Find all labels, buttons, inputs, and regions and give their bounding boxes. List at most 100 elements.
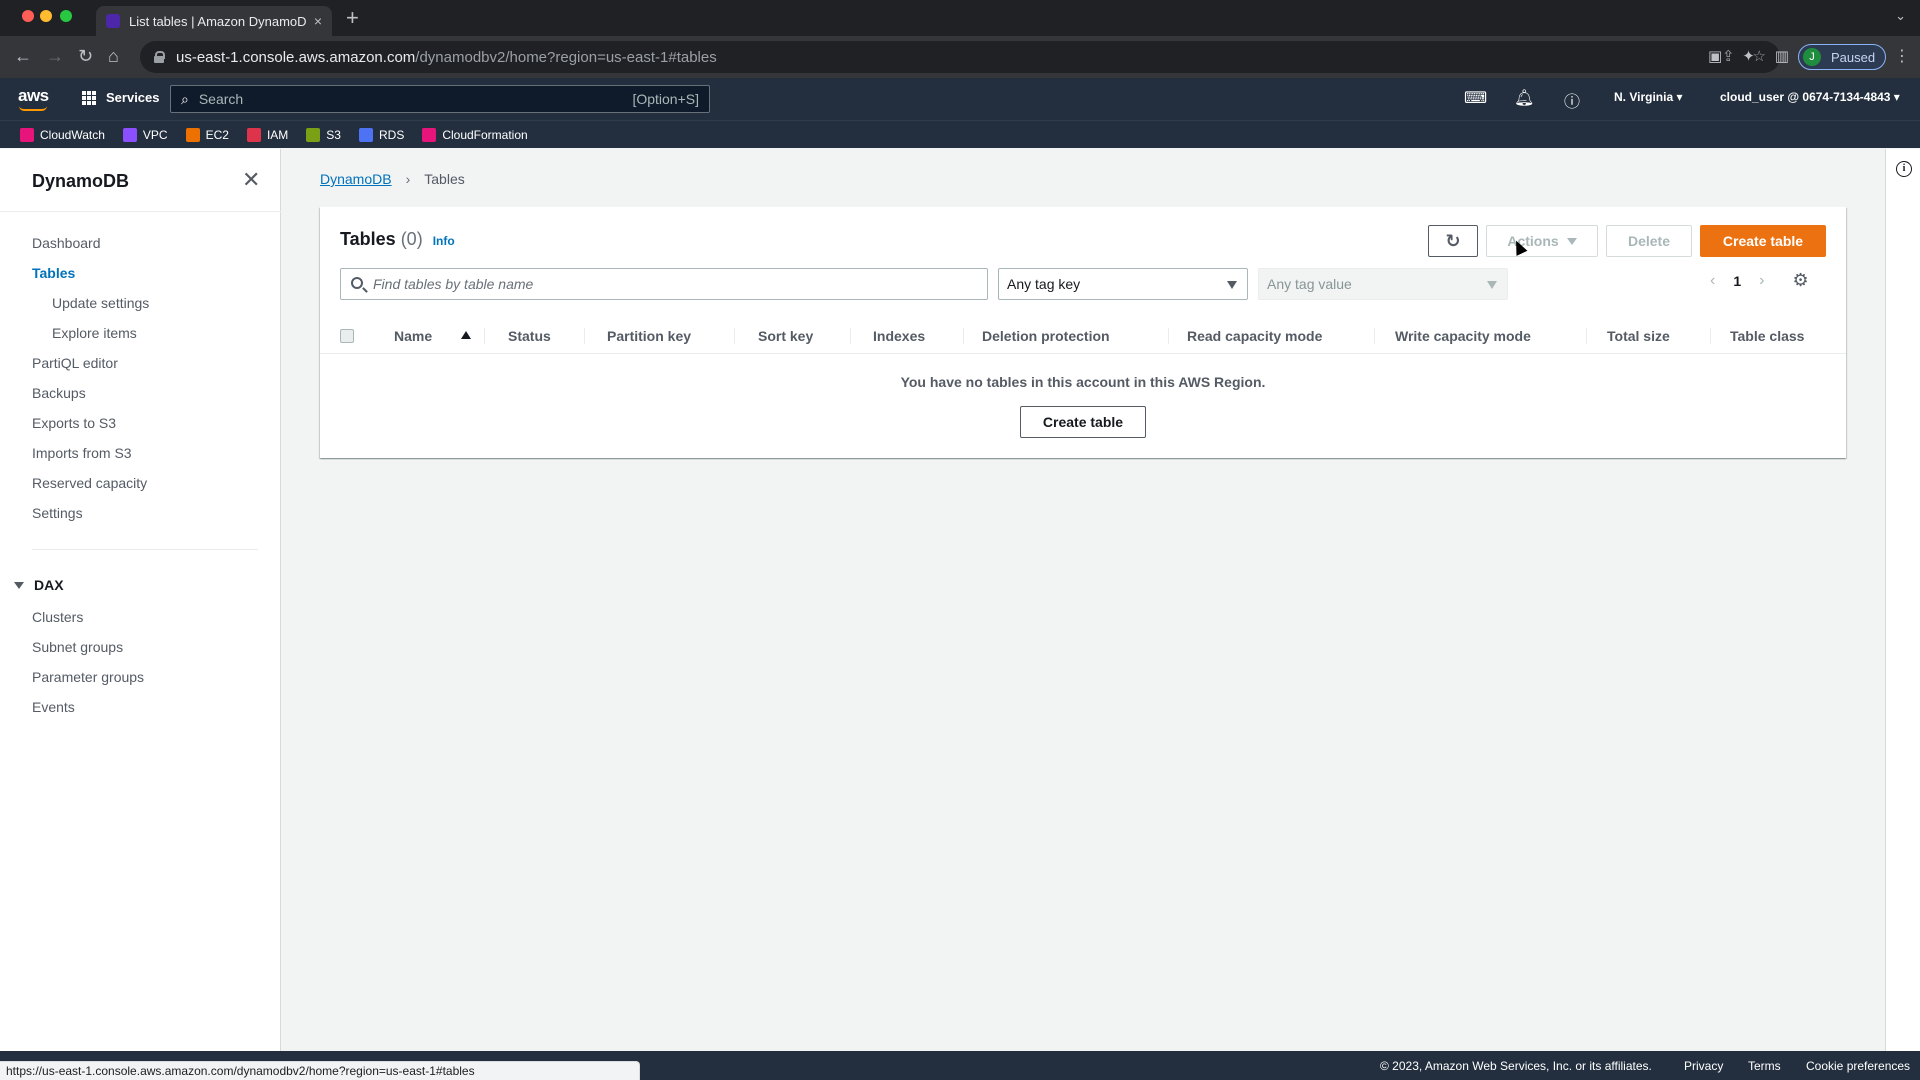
- column-header-total-size[interactable]: Total size: [1607, 328, 1670, 344]
- column-header-write-capacity-mode[interactable]: Write capacity mode: [1395, 328, 1531, 344]
- window-zoom-button[interactable]: [60, 10, 72, 22]
- caret-down-icon: [14, 581, 24, 589]
- help-icon[interactable]: ⓘ: [1564, 88, 1580, 112]
- profile-status: Paused: [1831, 49, 1876, 65]
- side-panel-icon[interactable]: ▥: [1775, 47, 1789, 65]
- sidebar-item-backups[interactable]: Backups: [32, 385, 86, 401]
- window-close-button[interactable]: [22, 10, 34, 22]
- chevron-right-icon[interactable]: ›: [1759, 272, 1764, 290]
- create-table-label: Create table: [1722, 233, 1804, 249]
- browser-toolbar: ← → ↻ ⌂ us-east-1.console.aws.amazon.com…: [0, 36, 1920, 78]
- link-hover-status-url: https://us-east-1.console.aws.amazon.com…: [0, 1061, 640, 1080]
- tag-value-value: Any tag value: [1267, 276, 1352, 292]
- tag-value-select[interactable]: Any tag value: [1258, 268, 1508, 300]
- favorite-ec2[interactable]: EC2: [185, 127, 229, 142]
- sidebar-item-update-settings[interactable]: Update settings: [52, 295, 149, 311]
- address-bar[interactable]: us-east-1.console.aws.amazon.com/dynamod…: [140, 41, 1780, 73]
- column-divider: [963, 328, 964, 344]
- new-tab-button[interactable]: +: [346, 5, 359, 31]
- footer-cookie-preferences-link[interactable]: Cookie preferences: [1806, 1059, 1910, 1073]
- favorite-cloudformation[interactable]: CloudFormation: [422, 127, 528, 142]
- create-table-button[interactable]: Create table: [1700, 225, 1826, 257]
- account-menu[interactable]: cloud_user @ 0674-7134-4843 ▾: [1720, 90, 1900, 104]
- tab-search-chevron-icon[interactable]: ⌄: [1895, 8, 1906, 24]
- cloudshell-icon[interactable]: ⌨: [1464, 88, 1487, 108]
- delete-button[interactable]: Delete: [1606, 225, 1692, 257]
- pagination: ‹ 1 › ⚙: [1710, 270, 1809, 291]
- forward-arrow-icon[interactable]: →: [46, 45, 64, 67]
- profile-avatar: J: [1803, 48, 1821, 66]
- sidebar-item-dashboard[interactable]: Dashboard: [32, 235, 101, 251]
- sidebar-item-settings[interactable]: Settings: [32, 505, 83, 521]
- vpc-icon: [122, 127, 137, 142]
- table-search-input[interactable]: Find tables by table name: [340, 268, 988, 300]
- url-host: us-east-1.console.aws.amazon.com: [176, 48, 416, 66]
- services-menu-button[interactable]: Services: [82, 90, 160, 105]
- reload-icon[interactable]: ↻: [78, 45, 93, 67]
- sidebar-item-parameter-groups[interactable]: Parameter groups: [32, 669, 144, 685]
- gear-icon[interactable]: ⚙: [1792, 270, 1808, 291]
- favorite-label: IAM: [266, 127, 289, 142]
- footer-terms-link[interactable]: Terms: [1748, 1059, 1781, 1073]
- dax-section-toggle[interactable]: DAX: [14, 577, 64, 593]
- footer-copyright: © 2023, Amazon Web Services, Inc. or its…: [1380, 1059, 1652, 1073]
- favorite-s3[interactable]: S3: [306, 127, 341, 142]
- column-divider: [1168, 328, 1169, 344]
- sidebar-item-reserved-capacity[interactable]: Reserved capacity: [32, 475, 147, 491]
- breadcrumb-dynamodb-link[interactable]: DynamoDB: [320, 171, 392, 187]
- column-header-name[interactable]: Name: [394, 328, 432, 344]
- sidebar-item-tables[interactable]: Tables: [32, 265, 75, 281]
- info-icon[interactable]: i: [1896, 161, 1912, 177]
- select-all-checkbox[interactable]: [340, 329, 354, 343]
- sidebar-title[interactable]: DynamoDB: [32, 171, 129, 192]
- favorite-rds[interactable]: RDS: [358, 127, 404, 142]
- sidebar-item-events[interactable]: Events: [32, 699, 75, 715]
- column-header-partition-key[interactable]: Partition key: [607, 328, 691, 344]
- notifications-bell-icon[interactable]: 🔔︎: [1514, 88, 1534, 108]
- page-number[interactable]: 1: [1733, 273, 1741, 289]
- chevron-left-icon[interactable]: ‹: [1710, 272, 1715, 290]
- sidebar-item-partiql-editor[interactable]: PartiQL editor: [32, 355, 118, 371]
- grid-icon: [82, 90, 96, 105]
- sidebar-item-clusters[interactable]: Clusters: [32, 609, 83, 625]
- search-shortcut: [Option+S]: [632, 91, 699, 107]
- column-header-indexes[interactable]: Indexes: [873, 328, 925, 344]
- favorite-vpc[interactable]: VPC: [122, 127, 168, 142]
- aws-logo[interactable]: aws: [18, 86, 49, 106]
- region-selector[interactable]: N. Virginia ▾: [1614, 90, 1682, 104]
- column-header-deletion-protection[interactable]: Deletion protection: [982, 328, 1110, 344]
- sidebar-item-explore-items[interactable]: Explore items: [52, 325, 137, 341]
- sidebar-divider: [0, 211, 281, 212]
- close-icon[interactable]: ✕: [242, 169, 260, 191]
- column-header-table-class[interactable]: Table class: [1730, 328, 1804, 344]
- browser-tab-active[interactable]: List tables | Amazon DynamoD ×: [96, 6, 332, 36]
- browser-menu-icon[interactable]: ⋮: [1894, 46, 1910, 66]
- back-arrow-icon[interactable]: ←: [14, 45, 32, 67]
- home-icon[interactable]: ⌂: [108, 45, 119, 67]
- browser-tab-bar: List tables | Amazon DynamoD × + ⌄: [0, 0, 1920, 36]
- aws-search-input[interactable]: ⌕ Search [Option+S]: [170, 85, 710, 113]
- tab-close-icon[interactable]: ×: [314, 13, 322, 29]
- panel-header: Tables (0) Info: [340, 229, 455, 250]
- window-minimize-button[interactable]: [40, 10, 52, 22]
- column-header-sort-key[interactable]: Sort key: [758, 328, 813, 344]
- favorite-iam[interactable]: IAM: [246, 127, 289, 142]
- sidebar-item-imports-from-s3[interactable]: Imports from S3: [32, 445, 132, 461]
- sidebar-item-subnet-groups[interactable]: Subnet groups: [32, 639, 123, 655]
- extension-icon[interactable]: ▣: [1708, 47, 1722, 65]
- sidebar-item-exports-to-s3[interactable]: Exports to S3: [32, 415, 116, 431]
- info-link[interactable]: Info: [433, 234, 455, 248]
- tag-key-select[interactable]: Any tag key: [998, 268, 1248, 300]
- search-placeholder: Search: [198, 91, 244, 107]
- footer-privacy-link[interactable]: Privacy: [1684, 1059, 1723, 1073]
- refresh-button[interactable]: ↻: [1428, 225, 1478, 257]
- favorite-cloudwatch[interactable]: CloudWatch: [20, 127, 105, 142]
- actions-dropdown-button[interactable]: Actions: [1486, 225, 1598, 257]
- profile-button[interactable]: J Paused: [1798, 44, 1886, 70]
- sort-ascending-icon[interactable]: [461, 331, 471, 339]
- column-header-status[interactable]: Status: [508, 328, 551, 344]
- empty-state-create-table-button[interactable]: Create table: [1020, 406, 1146, 438]
- column-divider: [1586, 328, 1587, 344]
- puzzle-extensions-icon[interactable]: ✦: [1742, 47, 1755, 65]
- column-header-read-capacity-mode[interactable]: Read capacity mode: [1187, 328, 1322, 344]
